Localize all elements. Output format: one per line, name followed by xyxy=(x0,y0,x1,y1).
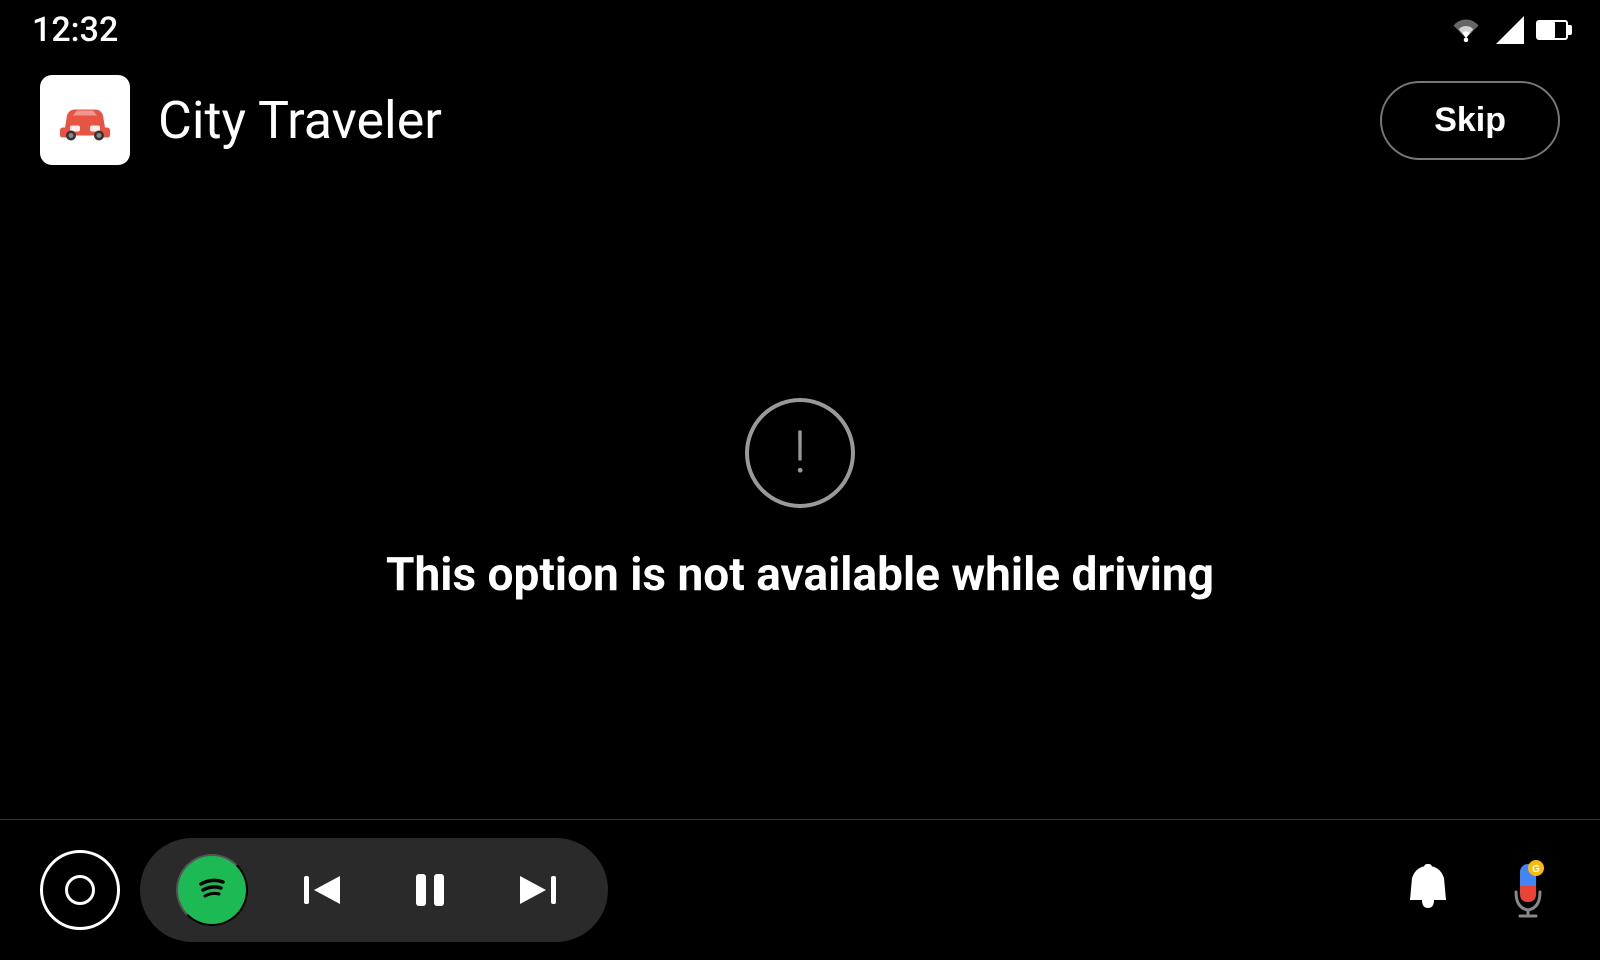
header-left: City Traveler xyxy=(40,75,442,165)
player-controls xyxy=(140,838,608,942)
spotify-icon xyxy=(191,869,233,911)
spotify-button[interactable] xyxy=(176,854,248,926)
next-button[interactable] xyxy=(504,856,572,924)
wifi-icon xyxy=(1448,16,1484,44)
status-icons xyxy=(1448,16,1568,44)
bottom-bar: G xyxy=(0,820,1600,960)
mic-icon: G xyxy=(1496,858,1560,922)
home-inner-circle xyxy=(65,875,95,905)
status-bar: 12:32 xyxy=(0,0,1600,60)
bottom-right: G xyxy=(1396,858,1560,922)
prev-button[interactable] xyxy=(288,856,356,924)
bottom-left xyxy=(40,838,608,942)
app-icon xyxy=(40,75,130,165)
home-button[interactable] xyxy=(40,850,120,930)
warning-text: This option is not available while drivi… xyxy=(386,548,1214,602)
pause-icon xyxy=(404,864,456,916)
bell-icon xyxy=(1396,858,1460,922)
header: City Traveler Skip xyxy=(0,60,1600,180)
signal-icon xyxy=(1496,16,1524,44)
exclamation-icon: ! xyxy=(793,424,806,482)
notification-button[interactable] xyxy=(1396,858,1460,922)
battery-icon xyxy=(1536,20,1568,40)
pause-button[interactable] xyxy=(396,856,464,924)
prev-icon xyxy=(296,864,348,916)
car-icon xyxy=(55,90,115,150)
status-time: 12:32 xyxy=(32,10,118,50)
next-icon xyxy=(512,864,564,916)
skip-button[interactable]: Skip xyxy=(1380,81,1560,160)
warning-circle: ! xyxy=(745,398,855,508)
app-title: City Traveler xyxy=(158,90,442,151)
svg-text:G: G xyxy=(1532,864,1540,875)
main-content: ! This option is not available while dri… xyxy=(0,180,1600,820)
mic-button[interactable]: G xyxy=(1496,858,1560,922)
